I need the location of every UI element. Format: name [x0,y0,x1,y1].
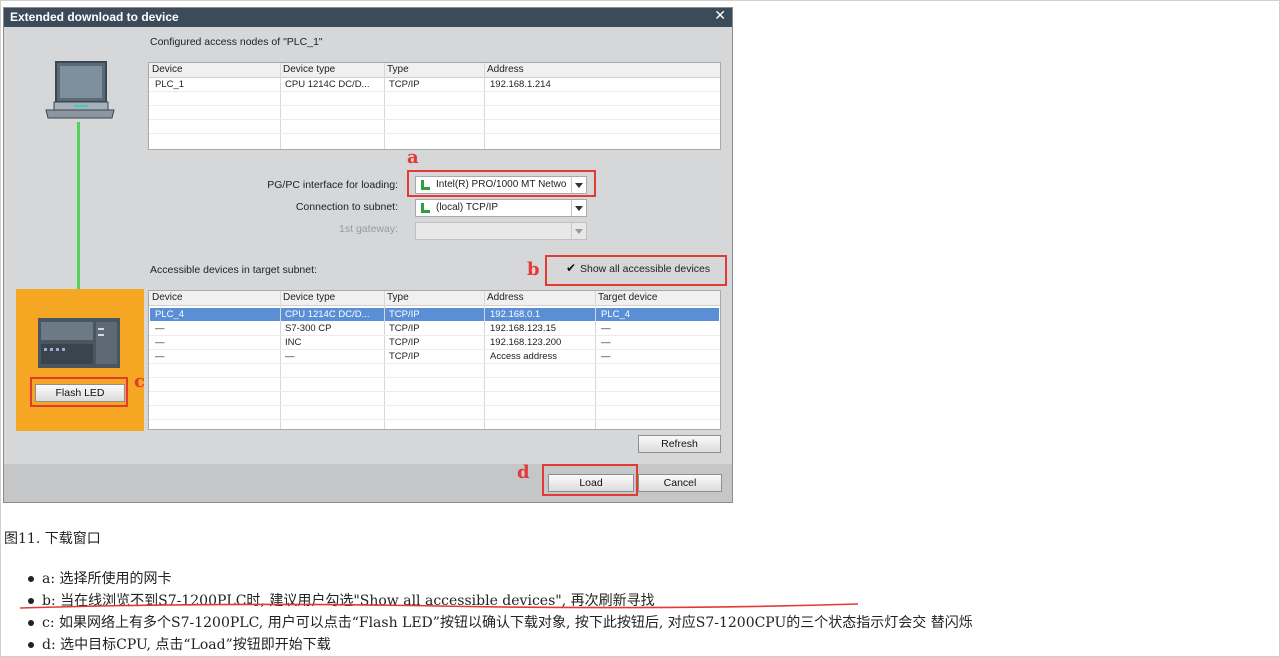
col-header-device-type: Device type [283,292,336,303]
col-header-device: Device [152,292,183,303]
chevron-down-icon[interactable] [571,200,586,216]
annotation-label-a: a [407,147,419,168]
refresh-button[interactable]: Refresh [638,435,721,453]
col-header-type: Type [387,64,409,75]
red-underline-stroke [19,603,859,609]
plc-device-icon [38,318,120,368]
accessible-devices-label: Accessible devices in target subnet: [150,264,317,276]
col-header-address: Address [487,64,524,75]
annotation-box-d [542,464,638,496]
col-header-address: Address [487,292,524,303]
annotation-box-a [407,170,596,197]
subnet-select[interactable]: (local) TCP/IP [415,199,587,217]
list-item: c: 如果网络上有多个S7-1200PLC, 用户可以点击“Flash LED”… [28,612,973,632]
annotation-label-b: b [527,259,540,280]
network-adapter-icon [421,203,430,213]
subnet-label: Connection to subnet: [295,201,398,213]
figure-caption: 图11. 下载窗口 [4,531,101,547]
close-icon[interactable]: ✕ [714,8,726,24]
list-item: a: 选择所使用的网卡 [28,568,172,588]
annotation-label-c: c [134,371,145,392]
accessible-devices-table: Device Device type Type Address Target d… [148,290,721,430]
selected-row-highlight [150,308,719,321]
chevron-down-icon [571,223,586,239]
annotation-box-c [30,377,128,407]
dialog-titlebar: Extended download to device ✕ [4,8,732,27]
pc-laptop-icon [45,61,115,119]
pgpc-interface-label: PG/PC interface for loading: [267,179,398,191]
list-item: d: 选中目标CPU, 点击“Load”按钮即开始下载 [28,634,331,654]
annotation-box-b [545,255,727,286]
gateway-label: 1st gateway: [339,223,398,235]
network-link-line [77,122,80,290]
cancel-button[interactable]: Cancel [638,474,722,492]
col-header-device: Device [152,64,183,75]
dialog-title: Extended download to device [10,10,179,24]
col-header-target-device: Target device [598,292,658,303]
configured-nodes-table: Device Device type Type Address PLC_1 CP… [148,62,721,150]
gateway-select [415,222,587,240]
col-header-type: Type [387,292,409,303]
configured-nodes-label: Configured access nodes of "PLC_1" [150,36,323,48]
annotation-label-d: d [517,462,530,483]
col-header-device-type: Device type [283,64,336,75]
